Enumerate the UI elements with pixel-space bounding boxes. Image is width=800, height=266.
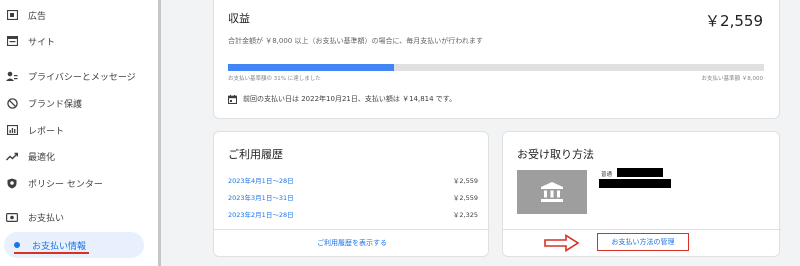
red-arrow-icon (544, 234, 580, 252)
sidebar-item-label: お支払い情報 (32, 241, 87, 252)
history-period-link[interactable]: 2023年4月1日〜28日 (228, 175, 294, 185)
sidebar-item-label: サイト (28, 37, 56, 48)
bank-icon (517, 170, 587, 214)
history-period-link[interactable]: 2023年3月1日〜31日 (228, 192, 294, 202)
history-card: ご利用履歴 2023年4月1日〜28日 ￥2,559 2023年3月1日〜31日… (213, 131, 490, 257)
history-row: 2023年2月1日〜28日 ￥2,325 (228, 209, 478, 219)
payments-icon (6, 211, 18, 223)
threshold-progress-bar (228, 64, 764, 71)
history-row: 2023年4月1日〜28日 ￥2,559 (228, 175, 478, 185)
sidebar-item-label: お支払い (28, 213, 65, 224)
history-amount: ￥2,559 (452, 177, 478, 185)
ad-icon (6, 9, 18, 21)
earnings-description: 合計金額が ￥8,000 以上（お支払い基準額）の場合に、毎月支払いが行われます (228, 37, 483, 45)
block-icon (6, 97, 18, 109)
divider (503, 229, 781, 230)
last-payment-text: 前回の支払い日は 2022年10月21日、支払い額は ￥14,814 です。 (243, 95, 457, 103)
sidebar-item-reports[interactable]: レポート (0, 117, 150, 143)
redacted-account-number (617, 168, 663, 177)
threshold-label: お支払い基準額 ￥8,000 (701, 76, 764, 82)
history-period-link[interactable]: 2023年2月1日〜28日 (228, 209, 294, 219)
history-row: 2023年3月1日〜31日 ￥2,559 (228, 192, 478, 202)
sidebar-item-label: レポート (28, 126, 65, 137)
policy-icon (6, 177, 18, 189)
sidebar-scrollbar[interactable] (158, 0, 161, 266)
account-type-label: 普通 (601, 172, 613, 178)
sidebar-item-privacy[interactable]: プライバシーとメッセージ (0, 63, 150, 89)
manage-payment-methods-link[interactable]: お支払い方法の管理 (597, 233, 689, 251)
sidebar-item-optimization[interactable]: 最適化 (0, 143, 150, 169)
sidebar-item-ads[interactable]: 広告 (0, 2, 150, 28)
calendar-icon (227, 94, 238, 104)
last-payment-info: 前回の支払い日は 2022年10月21日、支払い額は ￥14,814 です。 (227, 94, 457, 104)
manage-payment-methods-label: お支払い方法の管理 (611, 238, 675, 246)
sidebar-item-label: 最適化 (28, 152, 56, 163)
divider (214, 229, 490, 230)
privacy-icon (6, 70, 18, 82)
sidebar-item-policy-center[interactable]: ポリシー センター (0, 170, 150, 196)
threshold-progress-fill (228, 64, 395, 71)
history-title: ご利用履歴 (228, 148, 283, 161)
progress-label: お支払い基準額の 31% に達しました (228, 76, 321, 82)
highlight-underline (14, 252, 89, 254)
earnings-title: 収益 (228, 12, 250, 25)
sidebar-item-brand-safety[interactable]: ブランド保護 (0, 90, 150, 116)
sidebar-item-payment-info[interactable]: お支払い情報 (4, 232, 144, 258)
active-dot-icon (14, 242, 20, 248)
sidebar-item-sites[interactable]: サイト (0, 28, 150, 54)
earnings-card: 収益 ￥2,559 合計金額が ￥8,000 以上（お支払い基準額）の場合に、毎… (213, 0, 780, 119)
payment-method-title: お受け取り方法 (517, 148, 594, 161)
earnings-amount: ￥2,559 (705, 12, 763, 30)
report-icon (6, 124, 18, 136)
view-history-link[interactable]: ご利用履歴を表示する (214, 238, 490, 248)
sidebar: 広告 サイト プライバシーとメッセージ ブランド保護 レポート 最適化 ポリシー… (0, 0, 158, 266)
history-amount: ￥2,325 (452, 211, 478, 219)
sidebar-item-label: 広告 (28, 11, 47, 22)
history-amount: ￥2,559 (452, 194, 478, 202)
sidebar-item-payments[interactable]: お支払い (0, 204, 150, 230)
sidebar-item-label: プライバシーとメッセージ (28, 72, 136, 83)
redacted-account-name (599, 179, 671, 188)
trend-icon (6, 150, 18, 162)
site-icon (6, 35, 18, 47)
sidebar-item-label: ポリシー センター (28, 179, 103, 190)
sidebar-item-label: ブランド保護 (28, 99, 83, 110)
